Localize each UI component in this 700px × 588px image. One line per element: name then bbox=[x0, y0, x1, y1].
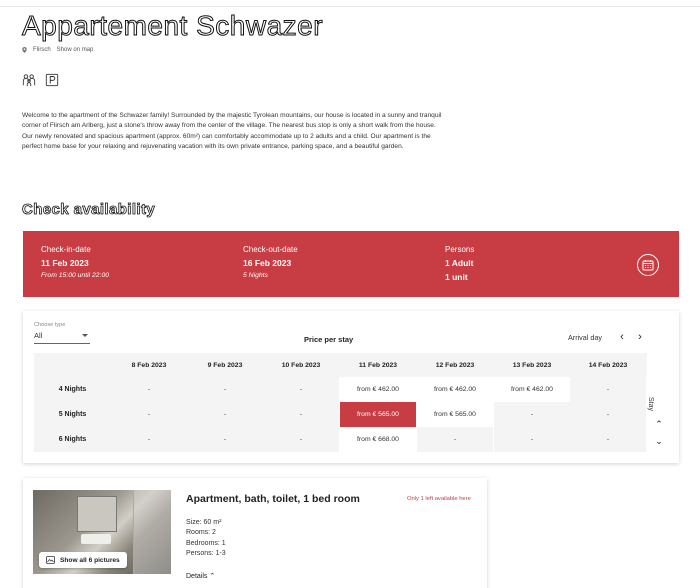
room-fact: Size: 60 m² bbox=[186, 519, 222, 526]
chevron-down-icon[interactable]: ⌄ bbox=[653, 436, 665, 447]
date-header: 14 Feb 2023 bbox=[570, 353, 646, 377]
room-title: Apartment, bath, toilet, 1 bed room bbox=[186, 493, 360, 505]
price-cell-empty: - bbox=[111, 377, 187, 402]
choose-type-value: All bbox=[34, 331, 43, 340]
checkout-label: Check-out-date bbox=[243, 245, 298, 254]
parking-icon bbox=[45, 73, 59, 87]
price-cell-empty: - bbox=[263, 377, 339, 402]
date-header: 8 Feb 2023 bbox=[111, 353, 187, 377]
date-header: 12 Feb 2023 bbox=[417, 353, 493, 377]
availability-note: Only 1 left available here bbox=[407, 496, 471, 502]
price-per-stay-title: Price per stay bbox=[304, 335, 354, 344]
location-row: Flirsch Show on map bbox=[22, 47, 93, 53]
price-cell[interactable]: from € 565.00 bbox=[340, 402, 416, 427]
nights-row-label: 4 Nights bbox=[34, 377, 111, 402]
top-divider bbox=[0, 6, 700, 7]
checkin-time: From 15:00 until 22:00 bbox=[41, 272, 110, 279]
show-on-map-link[interactable]: Show on map bbox=[57, 47, 94, 53]
date-header: 10 Feb 2023 bbox=[263, 353, 339, 377]
room-fact: Bedrooms: 1 bbox=[186, 539, 226, 547]
date-header: 11 Feb 2023 bbox=[340, 353, 416, 377]
location-city: Flirsch bbox=[33, 47, 51, 53]
nights-row-label: 5 Nights bbox=[34, 402, 111, 427]
chevron-right-icon[interactable]: › bbox=[635, 332, 645, 343]
price-cell-empty: - bbox=[187, 427, 263, 452]
price-cell-empty: - bbox=[187, 402, 263, 427]
price-cell-empty: - bbox=[187, 377, 263, 402]
description: Welcome to the apartment of the Schwazer… bbox=[22, 112, 442, 151]
details-toggle[interactable]: Details ⌃ bbox=[186, 572, 215, 580]
chevron-left-icon[interactable]: ‹ bbox=[617, 332, 627, 343]
availability-heading: Check availability bbox=[22, 201, 156, 219]
persons-block[interactable]: Persons 1 Adult 1 unit bbox=[445, 245, 474, 282]
checkin-value: 11 Feb 2023 bbox=[41, 258, 89, 268]
date-header: 9 Feb 2023 bbox=[187, 353, 263, 377]
chevron-up-icon[interactable]: ⌃ bbox=[653, 419, 665, 430]
date-header: 13 Feb 2023 bbox=[494, 353, 570, 377]
price-cell[interactable]: from € 462.00 bbox=[417, 377, 493, 402]
photo-shower bbox=[133, 490, 171, 574]
show-all-label: Show all 6 pictures bbox=[60, 556, 120, 564]
arrival-day-label: Arrival day bbox=[568, 333, 602, 342]
price-cell-empty: - bbox=[263, 427, 339, 452]
price-cell-empty: - bbox=[494, 402, 570, 427]
room-card: Show all 6 pictures Apartment, bath, toi… bbox=[23, 478, 487, 588]
room-photo[interactable]: Show all 6 pictures bbox=[33, 490, 171, 574]
show-all-pictures-button[interactable]: Show all 6 pictures bbox=[39, 552, 127, 568]
amenities bbox=[22, 73, 59, 87]
price-cell[interactable]: from € 565.00 bbox=[417, 402, 493, 427]
price-cell-empty: - bbox=[570, 402, 646, 427]
choose-type-label: Choose type bbox=[34, 322, 66, 328]
room-fact: Rooms: 2 bbox=[186, 529, 216, 537]
price-cell[interactable]: from € 462.00 bbox=[340, 377, 416, 402]
price-cell-empty: - bbox=[417, 427, 493, 452]
price-cell-empty: - bbox=[570, 377, 646, 402]
location-pin-icon bbox=[22, 47, 27, 53]
page-title: Appartement Schwazer bbox=[21, 10, 324, 42]
price-table-card: Choose type All Price per stay Arrival d… bbox=[23, 311, 679, 463]
price-cell[interactable]: from € 462.00 bbox=[494, 377, 570, 402]
dropdown-caret-icon bbox=[82, 334, 88, 337]
price-cell-empty: - bbox=[263, 402, 339, 427]
booking-summary-bar[interactable]: Check-in-date 11 Feb 2023 From 15:00 unt… bbox=[23, 231, 679, 297]
photo-sink bbox=[81, 534, 111, 544]
persons-value: 1 Adult bbox=[445, 258, 474, 268]
details-label: Details bbox=[186, 573, 208, 580]
stay-label: Stay bbox=[647, 397, 654, 412]
calendar-button[interactable] bbox=[637, 254, 659, 276]
price-cell[interactable]: from € 668.00 bbox=[340, 427, 416, 452]
checkin-block[interactable]: Check-in-date 11 Feb 2023 From 15:00 unt… bbox=[41, 245, 109, 279]
nights-row-label: 6 Nights bbox=[34, 427, 111, 452]
units-value: 1 unit bbox=[445, 272, 468, 282]
persons-label: Persons bbox=[445, 245, 475, 254]
photo-mirror bbox=[77, 496, 117, 532]
checkin-label: Check-in-date bbox=[41, 245, 91, 254]
nights-count: 5 Nights bbox=[243, 272, 268, 279]
room-facts: Size: 60 m² Rooms: 2 Bedrooms: 1 Persons… bbox=[186, 518, 226, 560]
price-cell-empty: - bbox=[494, 427, 570, 452]
gallery-icon bbox=[46, 556, 55, 564]
price-cell-empty: - bbox=[570, 427, 646, 452]
family-icon bbox=[22, 74, 36, 87]
checkout-value: 16 Feb 2023 bbox=[243, 258, 292, 268]
price-cell-empty: - bbox=[111, 402, 187, 427]
room-fact: Persons: 1-3 bbox=[186, 550, 226, 558]
choose-type-select[interactable]: All bbox=[34, 331, 90, 344]
checkout-block[interactable]: Check-out-date 16 Feb 2023 5 Nights bbox=[243, 245, 298, 279]
calendar-icon bbox=[642, 260, 654, 271]
chevron-up-icon: ⌃ bbox=[209, 573, 216, 580]
price-cell-empty: - bbox=[111, 427, 187, 452]
